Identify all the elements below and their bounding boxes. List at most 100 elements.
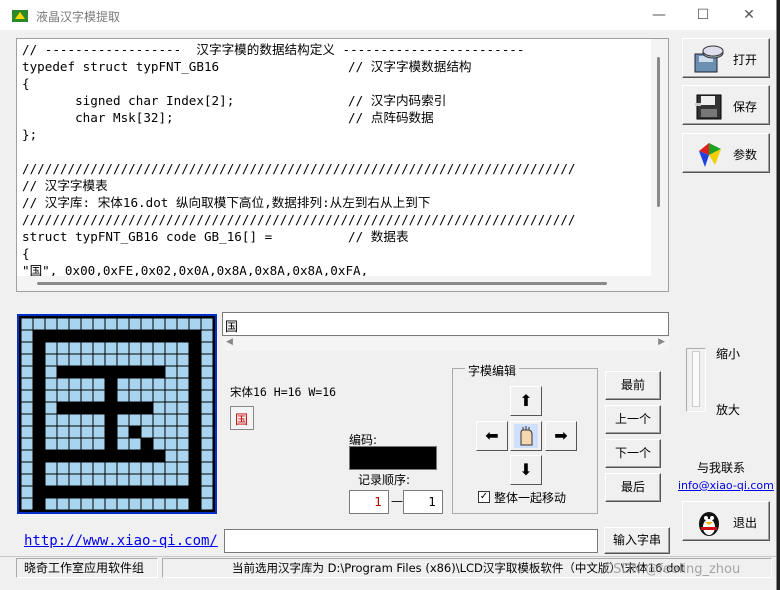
record-total-field[interactable]: 1: [403, 490, 443, 514]
bitmap-cell[interactable]: [69, 378, 81, 390]
bitmap-cell[interactable]: [129, 438, 141, 450]
bitmap-cell[interactable]: [105, 486, 117, 498]
bitmap-cell[interactable]: [141, 402, 153, 414]
bitmap-cell[interactable]: [141, 426, 153, 438]
bitmap-cell[interactable]: [189, 342, 201, 354]
bitmap-cell[interactable]: [21, 450, 33, 462]
bitmap-cell[interactable]: [201, 378, 213, 390]
bitmap-cell[interactable]: [69, 474, 81, 486]
bitmap-cell[interactable]: [33, 390, 45, 402]
string-input-field[interactable]: [224, 529, 598, 553]
bitmap-cell[interactable]: [141, 438, 153, 450]
bitmap-cell[interactable]: [165, 378, 177, 390]
bitmap-cell[interactable]: [177, 390, 189, 402]
bitmap-cell[interactable]: [189, 378, 201, 390]
bitmap-cell[interactable]: [21, 330, 33, 342]
bitmap-cell[interactable]: [93, 390, 105, 402]
bitmap-cell[interactable]: [81, 486, 93, 498]
bitmap-cell[interactable]: [153, 438, 165, 450]
scroll-left-arrow-icon[interactable]: ◀: [226, 337, 233, 347]
bitmap-cell[interactable]: [105, 390, 117, 402]
bitmap-cell[interactable]: [117, 342, 129, 354]
bitmap-cell[interactable]: [57, 426, 69, 438]
bitmap-cell[interactable]: [57, 474, 69, 486]
input-text-field[interactable]: 国: [222, 312, 669, 336]
bitmap-cell[interactable]: [117, 426, 129, 438]
bitmap-cell[interactable]: [45, 342, 57, 354]
last-button[interactable]: 最后: [605, 473, 661, 502]
horizontal-scroll-thumb[interactable]: [37, 282, 607, 285]
bitmap-cell[interactable]: [189, 318, 201, 330]
bitmap-cell[interactable]: [177, 318, 189, 330]
bitmap-cell[interactable]: [81, 450, 93, 462]
bitmap-cell[interactable]: [177, 342, 189, 354]
bitmap-cell[interactable]: [117, 462, 129, 474]
bitmap-cell[interactable]: [165, 330, 177, 342]
bitmap-cell[interactable]: [45, 378, 57, 390]
bitmap-cell[interactable]: [33, 354, 45, 366]
bitmap-cell[interactable]: [165, 390, 177, 402]
bitmap-cell[interactable]: [153, 342, 165, 354]
bitmap-cell[interactable]: [57, 438, 69, 450]
bitmap-cell[interactable]: [93, 330, 105, 342]
bitmap-cell[interactable]: [45, 426, 57, 438]
bitmap-cell[interactable]: [201, 450, 213, 462]
bitmap-cell[interactable]: [141, 498, 153, 510]
bitmap-cell[interactable]: [57, 498, 69, 510]
bitmap-cell[interactable]: [117, 378, 129, 390]
bitmap-cell[interactable]: [69, 498, 81, 510]
bitmap-cell[interactable]: [69, 342, 81, 354]
bitmap-cell[interactable]: [129, 414, 141, 426]
vertical-scrollbar[interactable]: [651, 39, 668, 291]
bitmap-cell[interactable]: [165, 498, 177, 510]
bitmap-cell[interactable]: [141, 318, 153, 330]
bitmap-cell[interactable]: [129, 402, 141, 414]
bitmap-cell[interactable]: [117, 438, 129, 450]
bitmap-cell[interactable]: [81, 438, 93, 450]
bitmap-cell[interactable]: [33, 378, 45, 390]
bitmap-cell[interactable]: [177, 450, 189, 462]
bitmap-cell[interactable]: [33, 486, 45, 498]
bitmap-cell[interactable]: [153, 318, 165, 330]
bitmap-cell[interactable]: [153, 450, 165, 462]
bitmap-cell[interactable]: [33, 342, 45, 354]
bitmap-cell[interactable]: [105, 318, 117, 330]
bitmap-cell[interactable]: [33, 330, 45, 342]
bitmap-cell[interactable]: [33, 366, 45, 378]
bitmap-cell[interactable]: [177, 438, 189, 450]
bitmap-cell[interactable]: [81, 390, 93, 402]
bitmap-cell[interactable]: [189, 354, 201, 366]
bitmap-cell[interactable]: [165, 402, 177, 414]
bitmap-cell[interactable]: [153, 426, 165, 438]
bitmap-cell[interactable]: [177, 402, 189, 414]
bitmap-cell[interactable]: [189, 390, 201, 402]
bitmap-cell[interactable]: [93, 498, 105, 510]
bitmap-cell[interactable]: [93, 462, 105, 474]
bitmap-editor-grid[interactable]: [17, 314, 217, 514]
bitmap-cell[interactable]: [21, 342, 33, 354]
bitmap-cell[interactable]: [141, 390, 153, 402]
bitmap-cell[interactable]: [69, 414, 81, 426]
zoom-slider-track[interactable]: [692, 351, 700, 407]
bitmap-cell[interactable]: [201, 462, 213, 474]
bitmap-cell[interactable]: [105, 402, 117, 414]
bitmap-cell[interactable]: [189, 402, 201, 414]
vertical-scroll-thumb[interactable]: [657, 57, 660, 207]
bitmap-cell[interactable]: [153, 498, 165, 510]
bitmap-cell[interactable]: [57, 330, 69, 342]
bitmap-cell[interactable]: [93, 438, 105, 450]
bitmap-cell[interactable]: [165, 462, 177, 474]
bitmap-cell[interactable]: [141, 366, 153, 378]
bitmap-cell[interactable]: [69, 426, 81, 438]
bitmap-cell[interactable]: [153, 330, 165, 342]
bitmap-cell[interactable]: [81, 426, 93, 438]
bitmap-cell[interactable]: [201, 498, 213, 510]
shift-up-button[interactable]: ⬆: [510, 386, 542, 416]
bitmap-cell[interactable]: [165, 318, 177, 330]
bitmap-cell[interactable]: [129, 450, 141, 462]
previous-button[interactable]: 上一个: [605, 405, 661, 434]
bitmap-cell[interactable]: [177, 354, 189, 366]
bitmap-cell[interactable]: [165, 354, 177, 366]
bitmap-cell[interactable]: [93, 402, 105, 414]
move-together-checkbox[interactable]: ✓: [478, 491, 490, 503]
